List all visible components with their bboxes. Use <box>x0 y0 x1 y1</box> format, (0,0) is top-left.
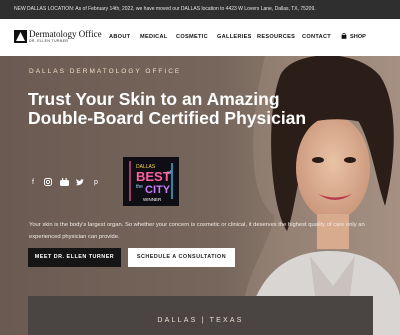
svg-text:CITY: CITY <box>145 184 171 196</box>
site-logo[interactable]: Dermatology Office DR. ELLEN TURNER <box>14 28 102 46</box>
best-of-the-city-badge: DALLAS BEST of the CITY WINNER <box>123 157 179 206</box>
nav-galleries[interactable]: GALLERIES <box>217 19 252 56</box>
youtube-glyph <box>59 178 69 186</box>
twitter-glyph <box>76 178 84 185</box>
svg-text:BEST: BEST <box>136 169 171 184</box>
pinterest-icon[interactable]: p <box>91 177 101 187</box>
shop-label: SHOP <box>350 34 366 40</box>
hero-eyebrow: DALLAS DERMATOLOGY OFFICE <box>29 68 182 75</box>
hero-headline: Trust Your Skin to an Amazing Double-Boa… <box>28 89 307 128</box>
logo-mark-icon <box>14 30 27 43</box>
svg-text:WINNER: WINNER <box>143 197 162 202</box>
location-panel: DALLAS | TEXAS <box>28 296 373 335</box>
nav-medical[interactable]: MEDICAL <box>140 19 168 56</box>
location-label: DALLAS | TEXAS <box>157 317 244 324</box>
shopping-bag-icon <box>341 33 347 39</box>
meet-doctor-button[interactable]: MEET DR. ELLEN TURNER <box>28 248 121 267</box>
nav-contact[interactable]: CONTACT <box>302 19 331 56</box>
youtube-icon[interactable] <box>59 177 69 187</box>
announcement-bar: NEW DALLAS LOCATION: As of February 14th… <box>0 0 400 19</box>
hero-intro-text: Your skin is the body's largest organ. S… <box>29 222 365 240</box>
instagram-icon[interactable] <box>43 177 53 187</box>
svg-text:the: the <box>136 184 143 190</box>
hero-section: DALLAS DERMATOLOGY OFFICE Trust Your Ski… <box>0 56 400 335</box>
schedule-consultation-button[interactable]: SCHEDULE A CONSULTATION <box>128 248 235 267</box>
twitter-icon[interactable] <box>75 177 85 187</box>
logo-subtitle: DR. ELLEN TURNER <box>29 39 69 43</box>
nav-resources[interactable]: RESOURCES <box>257 19 295 56</box>
best-of-the-city-artwork: DALLAS BEST of the CITY WINNER <box>129 161 173 202</box>
site-header: Dermatology Office DR. ELLEN TURNER ABOU… <box>0 19 400 56</box>
nav-about[interactable]: ABOUT <box>109 19 130 56</box>
logo-name: Dermatology Office <box>29 29 102 39</box>
nav-cosmetic[interactable]: COSMETIC <box>176 19 208 56</box>
instagram-glyph <box>44 178 52 186</box>
facebook-icon[interactable]: f <box>28 177 38 187</box>
nav-shop[interactable]: SHOP <box>341 19 366 56</box>
